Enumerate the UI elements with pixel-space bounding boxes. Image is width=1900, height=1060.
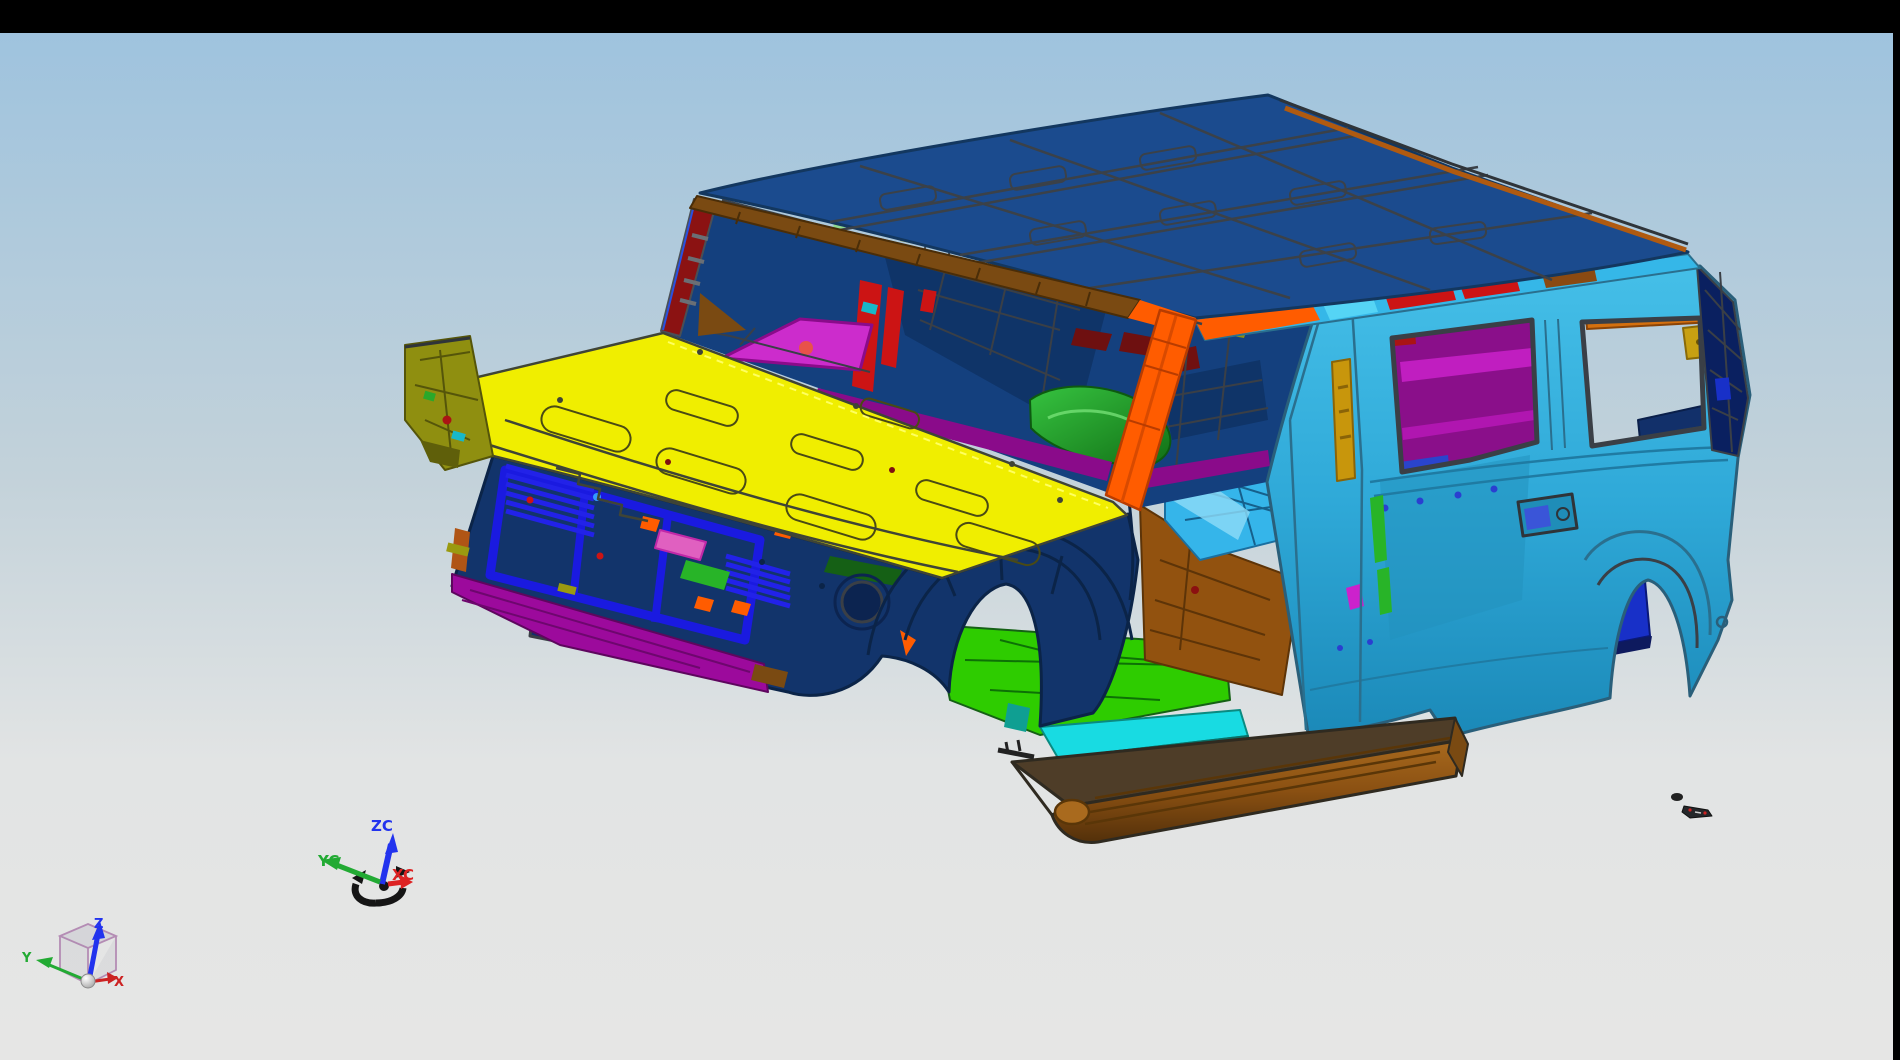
wcs-y-label: YC [317,852,339,870]
hood-red-dot1 [665,459,671,465]
datum-y-label: Y [21,951,32,966]
floor-red-detail [1191,586,1199,594]
dpillar-blue-clip [1715,377,1731,400]
ip-red-grommet [799,341,813,355]
datum-z-label: Z [94,917,103,932]
loose-part-red2 [1703,811,1706,814]
datum-x-label: X [114,975,124,990]
sill-bracket-teal[interactable] [1004,703,1030,732]
bpillar-gold-strip[interactable] [1332,359,1355,481]
graphics-window[interactable]: ZC YC XC Z Y X [0,0,1900,1060]
fender-round-hole [842,582,882,622]
running-board-knob [1055,800,1089,824]
wcs-z-label: ZC [371,817,393,835]
top-letterbox-bar [0,0,1900,33]
fender-rail-red-dot [443,416,452,425]
door-handle-recess[interactable] [1518,494,1577,536]
loose-part-small[interactable] [1671,793,1683,801]
wcs-x-label: XC [392,866,414,884]
hood-red-dot2 [889,467,895,473]
fender-bolt1 [759,559,765,565]
right-letterbox-bar [1893,0,1900,1060]
datum-origin-sphere[interactable] [81,974,95,988]
loose-part-mark [1695,812,1701,813]
cad-viewport[interactable]: ZC YC XC Z Y X [0,0,1900,1060]
clip-red-dot1 [527,497,534,504]
clip-red-dot2 [597,553,604,560]
loose-part-red1 [1688,808,1691,811]
fender-bolt2 [819,583,825,589]
